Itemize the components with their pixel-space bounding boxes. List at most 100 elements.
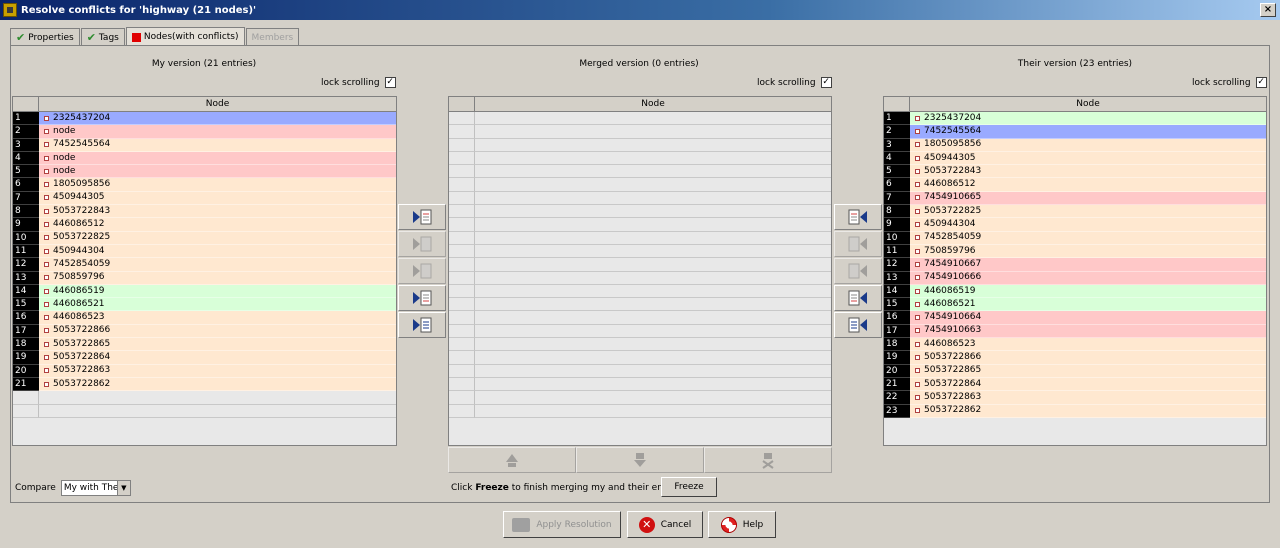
tab-properties[interactable]: ✔ Properties [10, 28, 80, 46]
cancel-button[interactable]: ✕ Cancel [627, 511, 703, 538]
table-row[interactable]: 21 5053722864 [884, 377, 1266, 392]
node-cell[interactable]: 5053722863 [910, 391, 1266, 405]
table-row[interactable]: 9 446086512 [13, 218, 396, 232]
table-row[interactable]: 10 7452854059 [884, 231, 1266, 245]
node-cell[interactable]: 450944304 [39, 244, 396, 259]
table-row[interactable]: 21 5053722862 [13, 377, 396, 392]
copy-their-after-selected-button[interactable] [834, 258, 882, 284]
table-row[interactable]: 6 1805095856 [13, 178, 396, 192]
node-cell[interactable]: 446086512 [39, 218, 396, 232]
table-row[interactable]: 2 7452545564 [884, 125, 1266, 139]
node-cell[interactable]: 446086519 [910, 284, 1266, 299]
node-cell[interactable]: 1805095856 [910, 138, 1266, 152]
table-row[interactable]: 9 450944304 [884, 218, 1266, 232]
node-cell[interactable]: node [39, 125, 396, 139]
node-column-header[interactable]: Node [475, 97, 831, 111]
node-cell[interactable]: 446086512 [910, 178, 1266, 192]
node-cell[interactable]: 446086521 [910, 298, 1266, 312]
table-row[interactable]: 16 7454910664 [884, 311, 1266, 325]
node-cell[interactable]: 450944305 [39, 191, 396, 206]
node-cell[interactable]: 446086519 [39, 284, 396, 299]
lock-scrolling-checkbox[interactable]: ✓ [1255, 77, 1267, 88]
table-row[interactable]: 7 7454910665 [884, 191, 1266, 206]
table-row[interactable]: 1 2325437204 [13, 112, 396, 126]
table-row[interactable]: 8 5053722825 [884, 205, 1266, 219]
table-row[interactable]: 4 node [13, 151, 396, 166]
merged-nodes-table[interactable]: Node [448, 96, 832, 446]
table-row[interactable]: 14 446086519 [13, 284, 396, 299]
table-row[interactable]: 22 5053722863 [884, 391, 1266, 405]
table-row[interactable]: 2 node [13, 125, 396, 139]
table-row[interactable]: 3 1805095856 [884, 138, 1266, 152]
tab-members[interactable]: Members [245, 28, 300, 46]
table-row[interactable]: 18 5053722865 [13, 338, 396, 352]
table-row[interactable]: 17 7454910663 [884, 324, 1266, 339]
compare-select[interactable]: My with Their ▼ [60, 480, 131, 496]
table-row[interactable]: 5 node [13, 165, 396, 179]
table-row[interactable]: 10 5053722825 [13, 231, 396, 245]
table-row[interactable]: 20 5053722865 [884, 364, 1266, 378]
node-cell[interactable]: 5053722863 [39, 364, 396, 378]
node-cell[interactable]: 5053722862 [39, 377, 396, 392]
node-cell[interactable]: 5053722843 [39, 205, 396, 219]
table-row[interactable]: 11 750859796 [884, 244, 1266, 259]
copy-my-end-button[interactable] [398, 285, 446, 311]
node-cell[interactable]: 7452545564 [910, 125, 1266, 139]
node-cell[interactable]: 2325437204 [39, 112, 396, 126]
lock-scrolling-checkbox[interactable]: ✓ [820, 77, 832, 88]
node-cell[interactable]: 7454910664 [910, 311, 1266, 325]
table-row[interactable]: 20 5053722863 [13, 364, 396, 378]
node-cell[interactable]: 450944304 [910, 218, 1266, 232]
table-row[interactable]: 1 2325437204 [884, 112, 1266, 126]
copy-all-their-button[interactable] [834, 312, 882, 338]
tab-tags[interactable]: ✔ Tags [80, 28, 125, 46]
move-up-button[interactable] [448, 447, 576, 473]
node-cell[interactable]: 7452854059 [39, 258, 396, 272]
node-cell[interactable]: 5053722865 [910, 364, 1266, 378]
copy-their-before-button[interactable] [834, 204, 882, 230]
table-row[interactable]: 8 5053722843 [13, 205, 396, 219]
table-row[interactable]: 14 446086519 [884, 284, 1266, 299]
node-cell[interactable]: 5053722865 [39, 338, 396, 352]
table-row[interactable]: 12 7454910667 [884, 258, 1266, 272]
node-cell[interactable]: 446086523 [39, 311, 396, 325]
node-cell[interactable]: 5053722864 [910, 377, 1266, 392]
table-row[interactable]: 13 7454910666 [884, 271, 1266, 285]
table-row[interactable]: 13 750859796 [13, 271, 396, 285]
table-row[interactable]: 12 7452854059 [13, 258, 396, 272]
node-cell[interactable]: 5053722843 [910, 165, 1266, 179]
table-row[interactable]: 11 450944304 [13, 244, 396, 259]
table-row[interactable]: 23 5053722862 [884, 404, 1266, 418]
freeze-button[interactable]: Freeze [661, 477, 717, 497]
node-cell[interactable]: 5053722862 [910, 404, 1266, 418]
copy-all-my-button[interactable] [398, 312, 446, 338]
node-cell[interactable]: 7452545564 [39, 138, 396, 152]
close-button[interactable]: × [1260, 3, 1276, 17]
node-cell[interactable]: 7454910667 [910, 258, 1266, 272]
node-cell[interactable]: 446086523 [910, 338, 1266, 352]
table-row[interactable]: 5 5053722843 [884, 165, 1266, 179]
table-row[interactable]: 6 446086512 [884, 178, 1266, 192]
table-row[interactable]: 3 7452545564 [13, 138, 396, 152]
copy-my-before-selected-button[interactable] [398, 231, 446, 257]
node-cell[interactable]: 7454910665 [910, 191, 1266, 206]
copy-their-end-button[interactable] [834, 285, 882, 311]
node-column-header[interactable]: Node [910, 97, 1266, 111]
node-cell[interactable]: 446086521 [39, 298, 396, 312]
my-lock-scrolling[interactable]: lock scrolling ✓ [321, 77, 396, 88]
table-row[interactable]: 19 5053722864 [13, 351, 396, 365]
node-cell[interactable]: 5053722866 [39, 324, 396, 339]
move-down-button[interactable] [576, 447, 704, 473]
node-cell[interactable]: 750859796 [39, 271, 396, 285]
table-row[interactable]: 15 446086521 [884, 298, 1266, 312]
copy-their-before-selected-button[interactable] [834, 231, 882, 257]
node-cell[interactable]: 5053722866 [910, 351, 1266, 365]
node-column-header[interactable]: Node [39, 97, 396, 111]
node-cell[interactable]: node [39, 165, 396, 179]
node-cell[interactable]: 5053722825 [910, 205, 1266, 219]
node-cell[interactable]: 750859796 [910, 244, 1266, 259]
help-button[interactable]: Help [708, 511, 776, 538]
merged-lock-scrolling[interactable]: lock scrolling ✓ [757, 77, 832, 88]
table-row[interactable]: 18 446086523 [884, 338, 1266, 352]
node-cell[interactable]: 5053722864 [39, 351, 396, 365]
